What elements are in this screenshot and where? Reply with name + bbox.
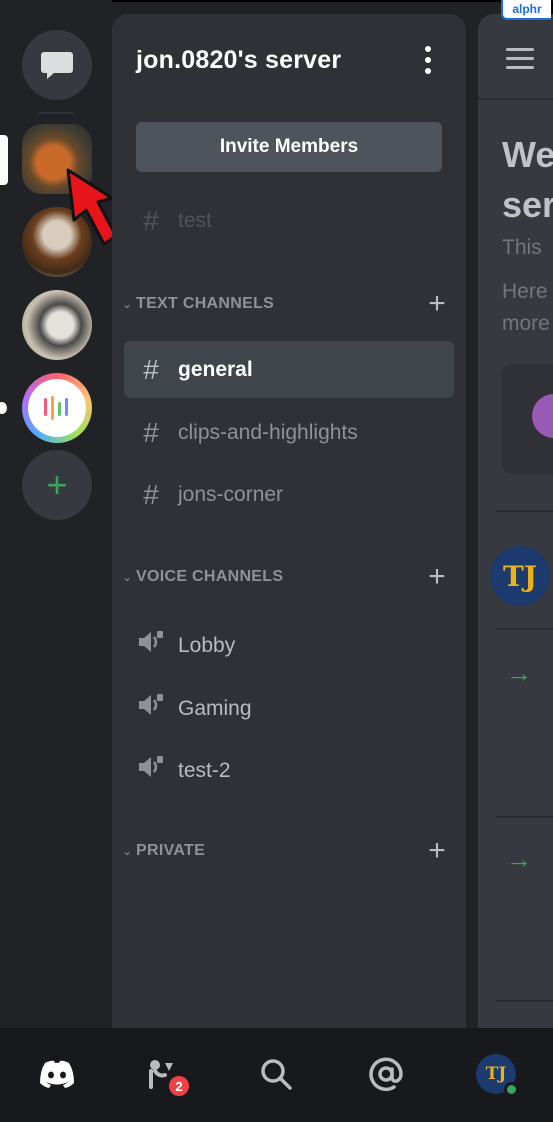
- voice-channel-test-2[interactable]: test-2: [124, 742, 454, 799]
- add-channel-icon[interactable]: +: [420, 562, 454, 592]
- invite-members-button[interactable]: Invite Members: [136, 122, 442, 172]
- join-arrow-icon: →: [506, 844, 532, 874]
- locked-speaker-icon: [124, 754, 178, 787]
- category-text-channels[interactable]: ⌄ TEXT CHANNELS +: [118, 289, 454, 319]
- more-dots-icon: [425, 46, 431, 52]
- server-icon-streaming[interactable]: [22, 373, 92, 443]
- tab-search[interactable]: [254, 1052, 298, 1096]
- channel-clips-and-highlights[interactable]: # clips-and-highlights: [124, 404, 454, 461]
- tab-profile[interactable]: TJ: [474, 1052, 519, 1097]
- card-icon: [532, 394, 553, 438]
- chevron-down-icon: ⌄: [121, 297, 133, 311]
- add-channel-icon[interactable]: +: [420, 836, 454, 866]
- locked-hash-icon: #: [143, 204, 159, 236]
- unread-indicator: [0, 402, 7, 414]
- channel-test[interactable]: # test: [124, 192, 454, 249]
- active-server-indicator: [0, 135, 8, 185]
- channel-name: Lobby: [178, 633, 236, 657]
- discord-logo-icon: [40, 1060, 74, 1088]
- locked-speaker-icon: [124, 629, 178, 662]
- divider: [496, 628, 553, 630]
- divider: [496, 816, 553, 818]
- channel-general[interactable]: # general: [124, 341, 454, 398]
- welcome-subtext: more: [502, 312, 550, 335]
- server-name[interactable]: jon.0820's server: [136, 46, 341, 75]
- channel-panel: jon.0820's server Invite Members # test …: [112, 14, 466, 1028]
- hash-icon: #: [143, 478, 159, 510]
- channel-jons-corner[interactable]: # jons-corner: [124, 466, 454, 523]
- locked-speaker-icon: [124, 692, 178, 725]
- at-mention-icon: [369, 1057, 403, 1091]
- plus-icon: +: [46, 464, 68, 505]
- channel-name: test-2: [178, 758, 231, 782]
- red-pointer-arrow-icon: [66, 168, 118, 246]
- channel-name: clips-and-highlights: [178, 420, 358, 444]
- join-arrow-icon: →: [506, 658, 532, 688]
- server-menu-button[interactable]: [420, 46, 436, 74]
- avatar[interactable]: TJ: [490, 546, 550, 606]
- category-title: PRIVATE: [136, 842, 206, 859]
- direct-messages-button[interactable]: [22, 30, 92, 100]
- bottom-nav: 2 TJ: [0, 1028, 553, 1122]
- alphr-watermark: alphr: [501, 0, 551, 20]
- rail-separator: [38, 112, 74, 114]
- chevron-down-icon: ⌄: [121, 844, 133, 858]
- welcome-subtext: Here: [502, 280, 548, 303]
- divider: [496, 1000, 553, 1002]
- tab-home[interactable]: [35, 1052, 79, 1096]
- chevron-down-icon: ⌄: [121, 570, 133, 584]
- soundwave-icon: [44, 396, 68, 420]
- friends-badge: 2: [166, 1073, 192, 1099]
- welcome-subtext: This: [502, 236, 542, 259]
- divider: [496, 510, 553, 512]
- voice-channel-gaming[interactable]: Gaming: [124, 680, 454, 737]
- channel-name: general: [178, 357, 253, 381]
- server-rail: +: [0, 0, 118, 1028]
- channel-name: jons-corner: [178, 482, 284, 506]
- profile-avatar: TJ: [476, 1054, 519, 1097]
- online-status-icon: [504, 1082, 519, 1097]
- add-server-button[interactable]: +: [22, 450, 92, 520]
- category-title: VOICE CHANNELS: [136, 568, 284, 585]
- chat-preview: We ser This Here more TJ → →: [478, 14, 553, 1028]
- category-title: TEXT CHANNELS: [136, 295, 275, 312]
- add-channel-icon[interactable]: +: [420, 289, 454, 319]
- server-icon-dog[interactable]: [22, 290, 92, 360]
- tab-mentions[interactable]: [364, 1052, 408, 1096]
- chat-bubble-icon: [41, 52, 73, 79]
- chat-header: [478, 14, 553, 100]
- hash-icon: #: [143, 353, 159, 385]
- channel-name: Gaming: [178, 696, 252, 720]
- category-voice-channels[interactable]: ⌄ VOICE CHANNELS +: [118, 562, 454, 592]
- category-private[interactable]: ⌄ PRIVATE +: [118, 836, 454, 866]
- voice-channel-lobby[interactable]: Lobby: [124, 617, 454, 674]
- channel-name: test: [178, 208, 212, 232]
- welcome-heading: We ser: [502, 134, 553, 225]
- hash-icon: #: [143, 416, 159, 448]
- hamburger-menu-icon[interactable]: [506, 48, 534, 75]
- search-icon: [261, 1059, 292, 1090]
- welcome-card[interactable]: [502, 364, 553, 474]
